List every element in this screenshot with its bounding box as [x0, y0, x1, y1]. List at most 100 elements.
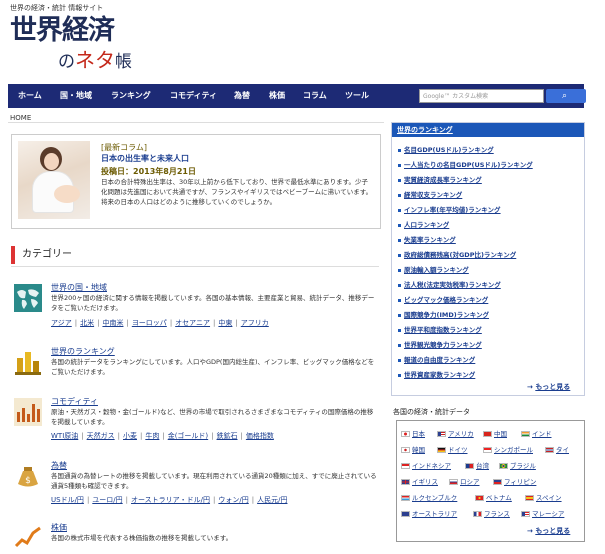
category-description: 世界200ヶ国の経済に関する情報を掲載しています。各国の基本情報、主要産業と貿易…	[51, 294, 375, 312]
country-france[interactable]: フランス	[473, 508, 510, 518]
country-china[interactable]: 中国	[483, 428, 507, 438]
nav-tools[interactable]: ツール	[345, 84, 369, 108]
country-russia[interactable]: ロシア	[449, 476, 480, 486]
world-map-icon	[14, 284, 42, 312]
currency-bag-icon: $	[14, 462, 42, 490]
country-brazil[interactable]: ブラジル	[499, 460, 536, 470]
nav-countries[interactable]: 国・地域	[60, 84, 92, 108]
country-japan[interactable]: 日本	[401, 428, 425, 438]
site-tagline: 世界の経済・統計 情報サイト	[10, 4, 104, 12]
nav-commodity[interactable]: コモディティ	[170, 84, 217, 108]
ranking-item[interactable]: インフレ率(年平均値)ランキング	[398, 204, 501, 214]
breadcrumb[interactable]: HOME	[10, 114, 31, 122]
country-korea[interactable]: 韓国	[401, 444, 425, 454]
flag-korea-icon	[401, 447, 410, 453]
nav-column[interactable]: コラム	[303, 84, 327, 108]
flag-australia-icon	[401, 511, 410, 517]
nav-ranking[interactable]: ランキング	[111, 84, 151, 108]
country-indonesia[interactable]: インドネシア	[401, 460, 451, 470]
ranking-more-link[interactable]: → もっと見る	[527, 382, 570, 392]
flag-vietnam-icon	[475, 495, 484, 501]
flag-china-icon	[483, 431, 492, 437]
flag-luxembourg-icon	[401, 495, 410, 501]
flag-indonesia-icon	[401, 463, 410, 469]
country-malaysia[interactable]: マレーシア	[521, 508, 564, 518]
link-natural-gas[interactable]: 天然ガス	[87, 432, 115, 440]
country-thailand[interactable]: タイ	[545, 444, 569, 454]
country-luxembourg[interactable]: ルクセンブルク	[401, 492, 457, 502]
category-title-link[interactable]: コモディティ	[51, 396, 98, 407]
ranking-item[interactable]: 原油輸入額ランキング	[398, 264, 469, 274]
link-beef[interactable]: 牛肉	[145, 432, 159, 440]
search-icon: ⌕	[562, 91, 568, 101]
flag-philippines-icon	[493, 479, 502, 485]
country-australia[interactable]: オーストラリア	[401, 508, 457, 518]
category-title-link[interactable]: 株価	[51, 522, 67, 533]
category-commodity: コモディティ 原油・天然ガス・穀物・金(ゴールド)など、世界の市場で取引されるさ…	[11, 396, 379, 444]
country-data-heading: 各国の経済・統計データ	[393, 408, 470, 416]
link-krw-jpy[interactable]: ウォン/円	[218, 496, 248, 504]
link-africa[interactable]: アフリカ	[241, 319, 269, 327]
link-gold[interactable]: 金(ゴールド)	[168, 432, 208, 440]
ranking-item[interactable]: 世界観光競争力ランキング	[398, 339, 482, 349]
category-title-link[interactable]: 為替	[51, 460, 67, 471]
column-title-link[interactable]: 日本の出生率と未来人口	[101, 153, 189, 164]
link-north-america[interactable]: 北米	[80, 319, 94, 327]
country-india[interactable]: インド	[521, 428, 552, 438]
ranking-item[interactable]: 実質経済成長率ランキング	[398, 174, 482, 184]
nav-home[interactable]: ホーム	[18, 84, 42, 108]
link-cny-jpy[interactable]: 人民元/円	[257, 496, 287, 504]
country-philippines[interactable]: フィリピン	[493, 476, 536, 486]
category-description: 各国の統計データをランキングにしています。人口やGDP(国内総生産)、インフレ率…	[51, 358, 375, 376]
search-button[interactable]: ⌕	[546, 89, 586, 103]
search-input[interactable]: Google™ カスタム検索	[419, 89, 544, 103]
ranking-item[interactable]: 世界資産家数ランキング	[398, 369, 475, 379]
flag-taiwan-icon	[465, 463, 474, 469]
country-more-link[interactable]: → もっと見る	[527, 526, 570, 536]
link-aud-jpy[interactable]: オーストラリア・ドル/円	[131, 496, 210, 504]
link-wti[interactable]: WTI原油	[51, 432, 78, 440]
link-middle-east[interactable]: 中東	[218, 319, 232, 327]
link-usd-jpy[interactable]: USドル/円	[51, 496, 84, 504]
stock-chart-icon	[14, 524, 42, 552]
ranking-item[interactable]: 一人当たりの名目GDP(USドル)ランキング	[398, 159, 533, 169]
site-logo[interactable]: 世界経済 のネタ帳	[10, 16, 180, 76]
ranking-heading-link[interactable]: 世界のランキング	[392, 123, 584, 137]
flag-germany-icon	[437, 447, 446, 453]
ranking-item[interactable]: 法人税(法定実効税率)ランキング	[398, 279, 501, 289]
ranking-item[interactable]: ビッグマック価格ランキング	[398, 294, 488, 304]
link-europe[interactable]: ヨーロッパ	[132, 319, 167, 327]
ranking-item[interactable]: 政府総債務残高(対GDP比)ランキング	[398, 249, 516, 259]
country-singapore[interactable]: シンガポール	[483, 444, 533, 454]
ranking-item[interactable]: 経常収支ランキング	[398, 189, 462, 199]
country-uk[interactable]: イギリス	[401, 476, 438, 486]
ranking-item[interactable]: 報道の自由度ランキング	[398, 354, 475, 364]
link-oceania[interactable]: オセアニア	[175, 319, 210, 327]
country-spain[interactable]: スペイン	[525, 492, 562, 502]
country-taiwan[interactable]: 台湾	[465, 460, 489, 470]
flag-malaysia-icon	[521, 511, 530, 517]
flag-uk-icon	[401, 479, 410, 485]
ranking-item[interactable]: 世界平和度指数ランキング	[398, 324, 482, 334]
latest-column-card[interactable]: [最新コラム] 日本の出生率と未来人口 投稿日：2013年8月21日 日本の合計…	[11, 134, 381, 229]
ranking-item[interactable]: 名目GDP(USドル)ランキング	[398, 144, 494, 154]
link-latin-america[interactable]: 中南米	[102, 319, 123, 327]
ranking-item[interactable]: 人口ランキング	[398, 219, 449, 229]
category-title-link[interactable]: 世界の国・地域	[51, 282, 107, 293]
categories-heading: カテゴリー	[11, 246, 72, 264]
country-usa[interactable]: アメリカ	[437, 428, 474, 438]
link-price-index[interactable]: 価格指数	[246, 432, 274, 440]
link-eur-jpy[interactable]: ユーロ/円	[92, 496, 122, 504]
link-iron-ore[interactable]: 鉄鉱石	[217, 432, 238, 440]
link-asia[interactable]: アジア	[51, 319, 72, 327]
country-vietnam[interactable]: ベトナム	[475, 492, 512, 502]
column-date: 投稿日：2013年8月21日	[101, 167, 196, 176]
nav-exchange[interactable]: 為替	[234, 84, 250, 108]
country-germany[interactable]: ドイツ	[437, 444, 468, 454]
link-wheat[interactable]: 小麦	[123, 432, 137, 440]
ranking-item[interactable]: 国際競争力(IMD)ランキング	[398, 309, 489, 319]
nav-stock[interactable]: 株価	[269, 84, 285, 108]
logo-main-text: 世界経済	[10, 15, 115, 46]
ranking-item[interactable]: 失業率ランキング	[398, 234, 456, 244]
category-title-link[interactable]: 世界のランキング	[51, 346, 115, 357]
